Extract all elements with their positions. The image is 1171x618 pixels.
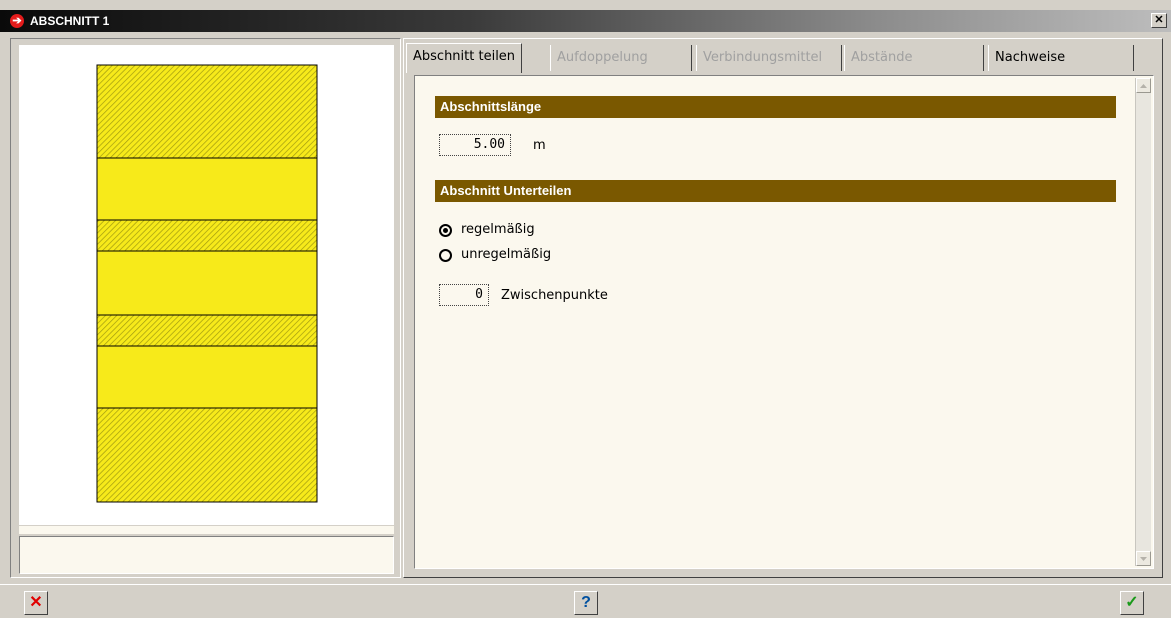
help-icon: ? bbox=[581, 594, 591, 611]
length-unit: m bbox=[533, 138, 546, 153]
bottom-bar: ✕ ? ✓ bbox=[0, 584, 1171, 618]
scroll-down-button[interactable] bbox=[1136, 551, 1151, 566]
section-preview bbox=[19, 45, 394, 525]
radio-regelmaessig[interactable] bbox=[439, 224, 452, 237]
layer-1 bbox=[96, 64, 318, 159]
layer-3 bbox=[96, 219, 318, 252]
layer-2 bbox=[96, 157, 318, 221]
tabs-panel: Abschnitt teilen Aufdoppelung Verbindung… bbox=[403, 38, 1163, 578]
green-check-icon: ✓ bbox=[1125, 594, 1139, 611]
layer-6 bbox=[96, 345, 318, 409]
section-header-length: Abschnittslänge bbox=[435, 96, 1116, 118]
arrow-right-icon: ➔ bbox=[10, 14, 24, 28]
red-x-icon: ✕ bbox=[29, 594, 43, 611]
help-button[interactable]: ? bbox=[574, 591, 598, 615]
preview-footer bbox=[19, 526, 394, 534]
radio-regelmaessig-label[interactable]: regelmäßig bbox=[461, 222, 535, 237]
layer-stack-diagram bbox=[96, 64, 318, 503]
vertical-scrollbar[interactable] bbox=[1135, 78, 1151, 566]
tab-abschnitt-teilen[interactable]: Abschnitt teilen bbox=[406, 43, 523, 73]
section-header-subdivide: Abschnitt Unterteilen bbox=[435, 180, 1116, 202]
tab-verbindungsmittel: Verbindungsmittel bbox=[696, 45, 842, 71]
layer-4 bbox=[96, 250, 318, 316]
title-bar: ➔ ABSCHNITT 1 ✕ bbox=[0, 10, 1171, 32]
intermediate-points-label: Zwischenpunkte bbox=[501, 288, 608, 303]
status-box bbox=[19, 536, 394, 574]
left-panel bbox=[10, 38, 401, 578]
tab-aufdoppelung: Aufdoppelung bbox=[550, 45, 692, 71]
length-input[interactable]: 5.00 bbox=[439, 134, 511, 156]
radio-unregelmaessig[interactable] bbox=[439, 249, 452, 262]
cancel-button[interactable]: ✕ bbox=[24, 591, 48, 615]
tab-nachweise[interactable]: Nachweise bbox=[988, 45, 1134, 71]
tab-content: Abschnittslänge 5.00 m Abschnitt Unterte… bbox=[414, 75, 1154, 569]
intermediate-points-input[interactable]: 0 bbox=[439, 284, 489, 306]
tab-abstaende: Abstände bbox=[844, 45, 984, 71]
radio-unregelmaessig-label[interactable]: unregelmäßig bbox=[461, 247, 551, 262]
ok-button[interactable]: ✓ bbox=[1120, 591, 1144, 615]
close-button[interactable]: ✕ bbox=[1151, 13, 1167, 28]
layer-5 bbox=[96, 314, 318, 347]
layer-7 bbox=[96, 407, 318, 503]
window-title: ABSCHNITT 1 bbox=[30, 14, 110, 28]
scroll-up-button[interactable] bbox=[1136, 78, 1151, 93]
